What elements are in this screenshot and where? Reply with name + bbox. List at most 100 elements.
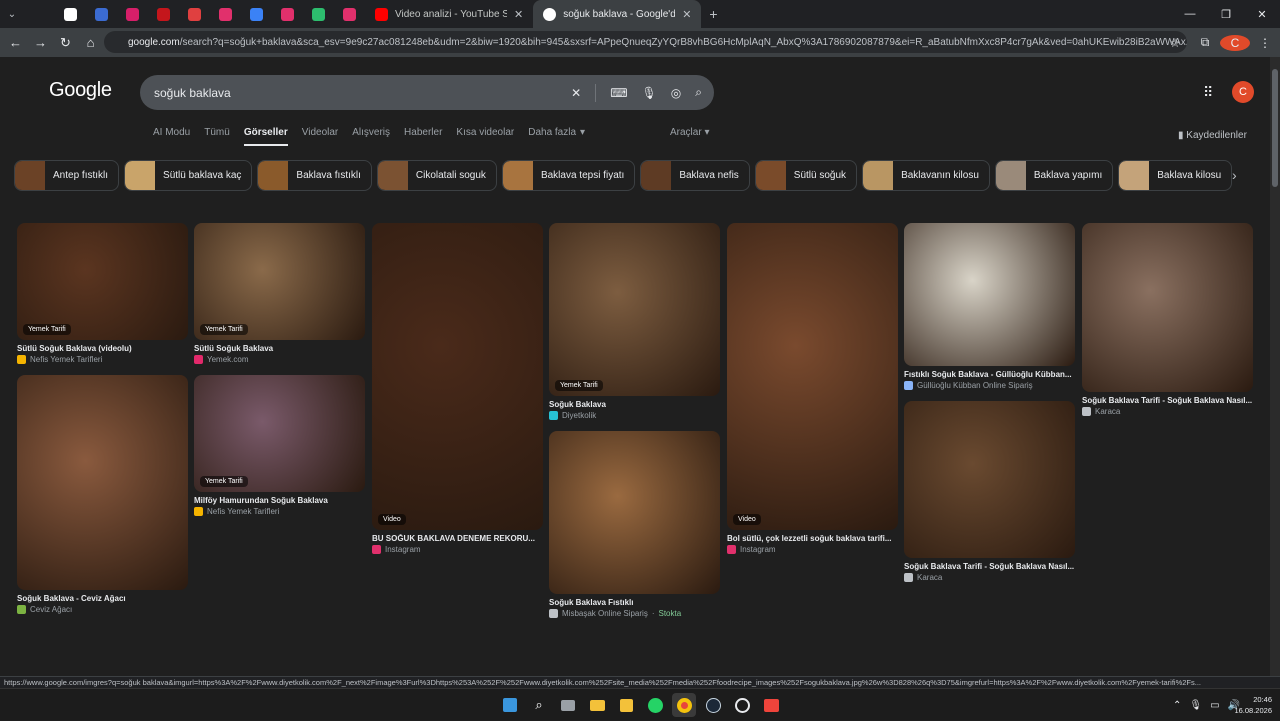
related-chip[interactable]: Antep fıstıklı bbox=[14, 160, 120, 191]
forward-button[interactable]: → bbox=[28, 28, 53, 57]
related-chip[interactable]: Baklava tepsi fiyatı bbox=[501, 160, 636, 191]
close-window-button[interactable]: ✕ bbox=[1244, 0, 1280, 28]
saved-button[interactable]: ▮ Kaydedilenler bbox=[1178, 130, 1247, 141]
start-icon[interactable] bbox=[498, 693, 522, 717]
result-title[interactable]: Sütlü Soğuk Baklava bbox=[194, 344, 365, 353]
image-result[interactable]: Yemek Tarifi Milföy Hamurundan Soğuk Bakl… bbox=[194, 375, 365, 516]
result-title[interactable]: Soğuk Baklava Tarifi - Soğuk Baklava Nas… bbox=[1082, 396, 1253, 405]
search-icon[interactable]: ⌕ bbox=[695, 85, 702, 100]
pinned-tab[interactable] bbox=[303, 0, 334, 28]
anydesk-icon[interactable] bbox=[759, 693, 783, 717]
clear-icon[interactable]: ✕ bbox=[571, 86, 581, 100]
result-title[interactable]: Fıstıklı Soğuk Baklava - Güllüoğlu Kübba… bbox=[904, 370, 1075, 379]
search-tab[interactable]: Videolar bbox=[302, 127, 339, 146]
result-title[interactable]: Soğuk Baklava Fıstıklı bbox=[549, 598, 720, 607]
result-source[interactable]: Instagram bbox=[372, 545, 543, 554]
result-source[interactable]: Yemek.com bbox=[194, 355, 365, 364]
result-thumbnail[interactable] bbox=[17, 375, 188, 590]
chevron-right-icon[interactable]: › bbox=[1232, 167, 1237, 183]
result-source[interactable]: Nefis Yemek Tarifleri bbox=[194, 507, 365, 516]
restore-button[interactable]: ❐ bbox=[1208, 0, 1244, 28]
result-source[interactable]: Misbaşak Online Sipariş · Stokta bbox=[549, 609, 720, 618]
result-source[interactable]: Instagram bbox=[727, 545, 898, 554]
file-explorer-icon[interactable] bbox=[585, 693, 609, 717]
result-thumbnail[interactable] bbox=[549, 431, 720, 594]
pinned-tab[interactable] bbox=[241, 0, 272, 28]
image-result[interactable]: Video BU SOĞUK BAKLAVA DENEME REKORU... In… bbox=[372, 223, 543, 554]
related-chip[interactable]: Baklava fıstıklı bbox=[257, 160, 372, 191]
search-tab[interactable]: Tümü bbox=[204, 127, 230, 146]
minimize-button[interactable]: — bbox=[1172, 0, 1208, 28]
result-source[interactable]: Karaca bbox=[904, 573, 1075, 582]
whatsapp-icon[interactable] bbox=[643, 693, 667, 717]
pinned-tab[interactable] bbox=[117, 0, 148, 28]
related-chip[interactable]: Sütlü soğuk bbox=[754, 160, 858, 191]
back-button[interactable]: ← bbox=[3, 28, 28, 57]
google-logo[interactable]: Google bbox=[49, 79, 112, 102]
tab-search-icon[interactable]: ⌄ bbox=[0, 0, 24, 28]
account-avatar[interactable]: C bbox=[1232, 81, 1254, 103]
menu-icon[interactable]: ⋮ bbox=[1250, 36, 1280, 50]
result-title[interactable]: BU SOĞUK BAKLAVA DENEME REKORU... bbox=[372, 534, 543, 543]
result-title[interactable]: Soğuk Baklava bbox=[549, 400, 720, 409]
close-tab-icon[interactable]: ✕ bbox=[682, 8, 691, 21]
tab-google-search[interactable]: soğuk baklava - Google'da Ara ✕ bbox=[533, 0, 702, 28]
result-thumbnail[interactable] bbox=[1082, 223, 1253, 392]
related-chip[interactable]: Baklava nefis bbox=[640, 160, 750, 191]
result-thumbnail[interactable]: Video bbox=[727, 223, 898, 530]
scrollbar[interactable] bbox=[1270, 57, 1280, 676]
image-result[interactable]: Soğuk Baklava Fıstıklı Misbaşak Online Si… bbox=[549, 431, 720, 618]
search-icon[interactable]: ⌕ bbox=[527, 693, 551, 717]
chrome-icon[interactable] bbox=[672, 693, 696, 717]
pinned-tab[interactable] bbox=[272, 0, 303, 28]
result-source[interactable]: Diyetkolik bbox=[549, 411, 720, 420]
apps-grid-icon[interactable]: ⠿ bbox=[1203, 84, 1213, 101]
related-chip[interactable]: Baklavanın kilosu bbox=[862, 160, 990, 191]
related-chip[interactable]: Sütlü baklava kaç bbox=[124, 160, 253, 191]
image-result[interactable]: Soğuk Baklava Tarifi - Soğuk Baklava Nas… bbox=[904, 401, 1075, 582]
related-chip[interactable]: Baklava yapımı bbox=[994, 160, 1114, 191]
result-thumbnail[interactable]: Yemek Tarifi bbox=[194, 375, 365, 492]
search-tab[interactable]: Alışveriş bbox=[352, 127, 390, 146]
new-tab-button[interactable]: + bbox=[701, 6, 725, 22]
steam-icon[interactable] bbox=[701, 693, 725, 717]
clock-app-icon[interactable] bbox=[730, 693, 754, 717]
pinned-tab[interactable] bbox=[148, 0, 179, 28]
search-tab[interactable]: Haberler bbox=[404, 127, 442, 146]
microphone-icon[interactable]: 🎙 bbox=[1189, 700, 1202, 711]
result-source[interactable]: Ceviz Ağacı bbox=[17, 605, 188, 614]
store-icon[interactable] bbox=[614, 693, 638, 717]
image-result[interactable]: Soğuk Baklava - Ceviz Ağacı Ceviz Ağacı bbox=[17, 375, 188, 614]
clock[interactable]: 20:46 16.08.2026 bbox=[1234, 694, 1272, 716]
result-thumbnail[interactable]: Yemek Tarifi bbox=[549, 223, 720, 396]
result-thumbnail[interactable]: Video bbox=[372, 223, 543, 530]
pinned-tab[interactable] bbox=[55, 0, 86, 28]
bookmark-star-icon[interactable]: ☆ bbox=[1160, 36, 1190, 50]
result-thumbnail[interactable] bbox=[904, 223, 1075, 366]
extensions-icon[interactable]: ⧉ bbox=[1190, 35, 1220, 50]
pinned-tab[interactable] bbox=[210, 0, 241, 28]
tools-button[interactable]: Araçlar ▾ bbox=[670, 127, 710, 138]
tab-youtube-studio[interactable]: Video analizi - YouTube Studio ✕ bbox=[365, 0, 533, 28]
image-result[interactable]: Fıstıklı Soğuk Baklava - Güllüoğlu Kübba… bbox=[904, 223, 1075, 390]
search-tab[interactable]: AI Modu bbox=[153, 127, 190, 146]
image-result[interactable]: Yemek Tarifi Soğuk Baklava Diyetkolik bbox=[549, 223, 720, 420]
result-source[interactable]: Güllüoğlu Kübban Online Sipariş bbox=[904, 381, 1075, 390]
pinned-tab[interactable] bbox=[86, 0, 117, 28]
home-icon[interactable]: ⌂ bbox=[78, 28, 103, 57]
lens-icon[interactable]: ◎ bbox=[671, 86, 681, 100]
result-source[interactable]: Karaca bbox=[1082, 407, 1253, 416]
image-result[interactable]: Yemek Tarifi Sütlü Soğuk Baklava Yemek.com bbox=[194, 223, 365, 364]
result-thumbnail[interactable]: Yemek Tarifi bbox=[194, 223, 365, 340]
search-tab[interactable]: Daha fazla bbox=[528, 127, 576, 146]
related-chip[interactable]: Baklava kilosu bbox=[1118, 160, 1233, 191]
result-title[interactable]: Bol sütlü, çok lezzetli soğuk baklava ta… bbox=[727, 534, 898, 543]
keyboard-icon[interactable]: ⌨ bbox=[610, 86, 627, 100]
pinned-tab[interactable] bbox=[179, 0, 210, 28]
task-view-icon[interactable] bbox=[556, 693, 580, 717]
result-title[interactable]: Soğuk Baklava - Ceviz Ağacı bbox=[17, 594, 188, 603]
pinned-tab[interactable] bbox=[24, 0, 55, 28]
result-source[interactable]: Nefis Yemek Tarifleri bbox=[17, 355, 188, 364]
result-thumbnail[interactable]: Yemek Tarifi bbox=[17, 223, 188, 340]
profile-button[interactable]: C bbox=[1220, 34, 1250, 51]
